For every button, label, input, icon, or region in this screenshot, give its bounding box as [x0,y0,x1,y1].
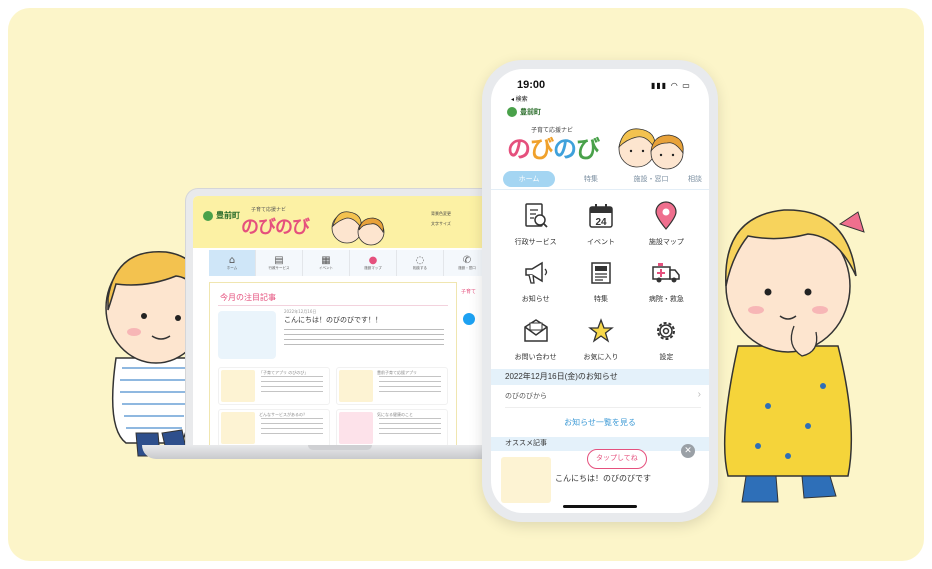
wifi-icon: ◠ [670,81,679,90]
battery-icon: ▭ [682,81,691,90]
featured-section: 今月の注目記事 2022年12月16日 こんにちは！のびのびです！！ 「子育てア… [209,282,457,456]
map-pin-icon [651,201,681,231]
close-icon[interactable]: ✕ [681,444,695,458]
home-icon: ⌂ [228,255,236,266]
star-icon [586,316,616,346]
map-pin-icon: ● [368,255,378,266]
nav-consult[interactable]: ◌ 相談する [397,250,444,276]
back-to-search[interactable]: ◂ 検索 [511,94,528,103]
tab-home[interactable]: ホーム [503,171,555,187]
recommend-title[interactable]: こんにちは！のびのびです [555,473,651,484]
menu-events[interactable]: 24 イベント [568,197,633,254]
article-card[interactable]: 気になる健康のこと [336,409,448,447]
status-icons: ▮▮▮ ◠ ▭ [651,81,691,90]
town-emblem-icon [203,210,213,221]
calendar-icon: 24 [586,201,616,231]
newspaper-icon [586,258,616,288]
laptop-nav: ⌂ ホーム ▤ 行政サービス ▦ イベント ● 施設マップ ◌ 相談する ✆ 施設・窓口 [209,250,491,276]
article-thumbnail [339,370,373,402]
status-time: 19:00 [517,79,546,91]
news-all-link[interactable]: お知らせ一覧を見る [491,417,709,428]
menu-grid: 行政サービス 24 イベント 施設マップ お知らせ 特集 病院・救急 お問い合わ… [503,197,699,369]
menu-notices[interactable]: お知らせ [503,254,568,311]
nav-services[interactable]: ▤ 行政サービス [256,250,303,276]
signal-icon: ▮▮▮ [651,81,668,90]
news-header: 2022年12月16日(金)のお知らせ [491,369,709,385]
menu-features[interactable]: 特集 [568,254,633,311]
article-card[interactable]: 豊前子育て応援アプリ [336,367,448,405]
gear-icon [651,316,681,346]
nav-events[interactable]: ▦ イベント [303,250,350,276]
menu-settings[interactable]: 設定 [634,312,699,369]
hero-article-title[interactable]: こんにちは！のびのびです！！ [284,315,382,325]
chat-icon: ◌ [415,255,425,266]
calendar-icon: ▦ [321,255,331,266]
town-emblem-icon [507,107,517,117]
town-logo: 豊前町 [203,210,240,221]
app-logo: のびのび [507,136,600,163]
hero-article-image[interactable] [218,311,276,359]
article-thumbnail [221,370,255,402]
laptop-screen: 豊前町 子育て応援ナビ のびのび 背景色変更 文字サイズ ⌂ ホーム ▤ 行政サービス… [186,189,500,456]
home-indicator [563,505,637,508]
calendar-day-label: 24 [595,217,607,228]
phone-icon: ✆ [462,255,472,266]
menu-contact[interactable]: お問い合わせ [503,312,568,369]
divider [218,305,448,306]
featured-title: 今月の注目記事 [220,293,276,302]
laptop-notch [308,445,372,450]
article-card[interactable]: 「子育てアプリ のびのび」 [218,367,330,405]
recommend-thumbnail[interactable] [501,457,551,503]
kids-illustration [618,128,684,170]
hero-background: 豊前町 子育て応援ナビ のびのび 背景色変更 文字サイズ ⌂ ホーム ▤ 行政サービス… [8,8,924,561]
menu-favorites[interactable]: お気に入り [568,312,633,369]
menu-hospital[interactable]: 病院・救急 [634,254,699,311]
tab-features[interactable]: 特集 [561,171,621,187]
news-item[interactable]: のびのびから › [505,389,701,408]
display-settings[interactable]: 背景色変更 文字サイズ [431,209,451,229]
smartphone: 19:00 ◂ 検索 ▮▮▮ ◠ ▭ 豊前町 子育て応援ナビ のびのび ホーム … [482,60,718,522]
hero-article-text [284,329,444,347]
tap-prompt-bubble[interactable]: タップしてね [587,449,647,469]
article-thumbnail [339,412,373,444]
megaphone-icon [521,258,551,288]
phone-screen: 19:00 ◂ 検索 ▮▮▮ ◠ ▭ 豊前町 子育て応援ナビ のびのび ホーム … [491,69,709,513]
kids-illustration [331,211,385,246]
article-thumbnail [221,412,255,444]
app-tabs: ホーム 特集 施設・窓口 相談 [491,169,709,190]
site-logo[interactable]: 子育て応援ナビ のびのび [241,206,310,239]
town-logo: 豊前町 [507,107,541,117]
twitter-icon[interactable] [463,313,475,325]
laptop-header: 豊前町 子育て応援ナビ のびのび 背景色変更 文字サイズ [193,196,493,248]
menu-facility-map[interactable]: 施設マップ [634,197,699,254]
menu-gov-services[interactable]: 行政サービス [503,197,568,254]
nav-map[interactable]: ● 施設マップ [350,250,397,276]
envelope-icon [521,316,551,346]
ambulance-icon [651,258,681,288]
document-search-icon [521,201,551,231]
document-icon: ▤ [274,255,284,266]
girl-illustration [723,209,865,503]
tab-facilities[interactable]: 施設・窓口 [621,171,681,187]
article-card[interactable]: どんなサービスがあるの？ [218,409,330,447]
nav-home[interactable]: ⌂ ホーム [209,250,256,276]
